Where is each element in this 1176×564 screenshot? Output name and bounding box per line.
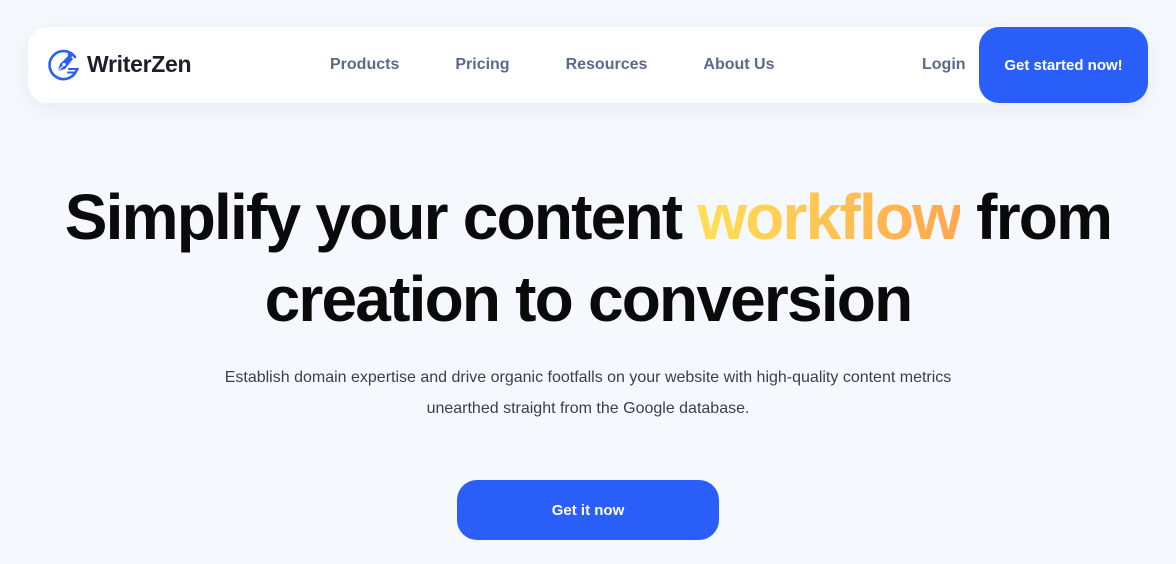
hero-title-part-1: Simplify your content [64,181,698,253]
hero-title-line-2: creation to conversion [264,263,914,335]
top-navbar: WriterZen Products Pricing Resources Abo… [28,27,1148,103]
hero-title-part-2: from [960,181,1113,253]
hero-subtitle: Establish domain expertise and drive org… [0,362,1176,424]
get-started-button[interactable]: Get started now! [979,27,1148,103]
hero-subtitle-line-2: unearthed straight from the Google datab… [426,400,750,417]
nav-link-resources[interactable]: Resources [566,56,648,74]
hero-subtitle-line-1: Establish domain expertise and drive org… [224,369,952,386]
main-nav: Products Pricing Resources About Us [330,27,775,103]
nav-link-pricing[interactable]: Pricing [455,56,509,74]
nav-link-about-us[interactable]: About Us [703,56,774,74]
nav-link-products[interactable]: Products [330,56,399,74]
login-link[interactable]: Login [922,27,966,103]
hero-title-highlight: workflow [697,181,962,253]
get-it-now-button[interactable]: Get it now [457,480,719,540]
brand-name: WriterZen [87,50,192,77]
brand-logo[interactable]: WriterZen [47,47,192,81]
hero-title: Simplify your content workflow from crea… [0,176,1176,340]
fountain-pen-nib-icon [48,49,79,81]
